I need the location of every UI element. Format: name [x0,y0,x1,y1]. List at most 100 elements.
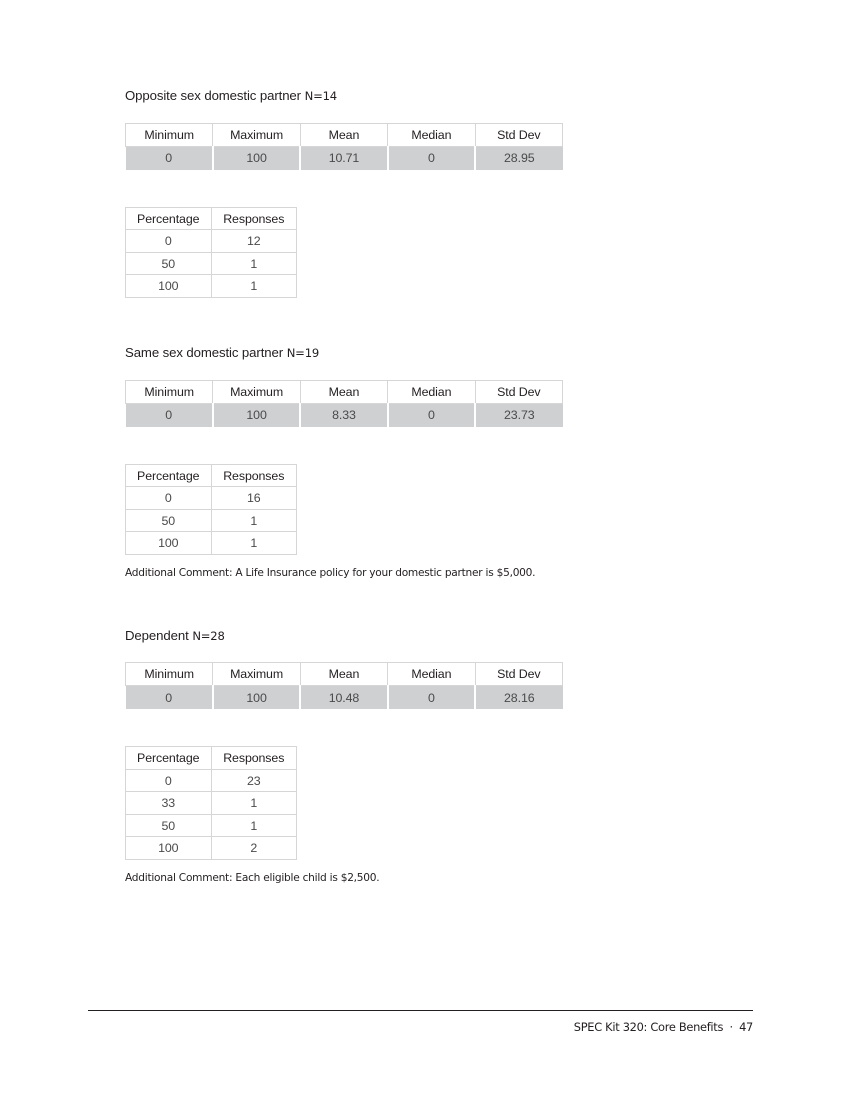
footer-divider [88,1010,753,1011]
table-row: 0 12 [125,229,297,253]
percentage-cell: 0 [125,229,212,253]
additional-comment: Additional Comment: A Life Insurance pol… [125,566,536,579]
responses-cell: 1 [210,508,297,533]
stats-column-header: Std Dev [474,379,564,404]
stats-column-header: Maximum [212,662,301,687]
table-row: 100 2 [125,836,297,860]
responses-cell: 1 [210,251,297,276]
stats-column-header: Maximum [212,379,301,404]
section-response-count: N=19 [286,345,320,360]
distribution-column-header: Percentage [125,463,212,488]
responses-cell: 23 [210,768,297,793]
stats-value-cell: 0 [125,685,213,710]
table-row: 50 1 [125,508,297,533]
stats-column-header: Median [387,379,476,404]
stats-column-header: Minimum [124,379,214,404]
table-header-row: Percentage Responses [125,746,297,770]
stats-column-header: Minimum [124,662,214,687]
stats-value-cell: 100 [211,403,301,427]
table-row: 0 100 8.33 0 23.73 [125,403,563,427]
section-title: Opposite sex domestic partner [125,88,301,103]
survey-section: Same sex domestic partner N=19 Minimum Max… [124,345,765,581]
responses-cell: 12 [210,229,297,253]
stats-column-header: Mean [299,662,389,687]
distribution-table: Percentage Responses 0 23 33 1 50 1 100 2 [125,746,297,860]
survey-section: Dependent N=28 Minimum Maximum Mean Median St… [124,628,765,886]
table-header-row: Minimum Maximum Mean Median Std Dev [124,379,564,404]
distribution-column-header: Responses [210,746,297,770]
distribution-column-header: Responses [210,463,297,488]
footer-separator: · [729,1020,733,1034]
stats-value-cell: 0 [386,146,476,170]
table-row: 50 1 [125,251,297,276]
survey-section: Opposite sex domestic partner N=14 Minimu… [124,88,765,298]
distribution-table: Percentage Responses 0 16 50 1 100 1 [125,463,297,555]
stats-column-header: Median [387,662,476,687]
responses-cell: 2 [210,836,297,860]
percentage-cell: 0 [125,486,212,510]
section-heading: Opposite sex domestic partner N=14 [125,88,765,104]
stats-column-header: Mean [299,379,389,404]
stats-value-cell: 100 [211,146,301,170]
stats-column-header: Std Dev [474,662,564,687]
percentage-cell: 100 [125,531,212,555]
section-title: Same sex domestic partner [125,344,284,360]
statistics-table: Minimum Maximum Mean Median Std Dev 0 100 10.48… [124,662,564,710]
percentage-cell: 100 [125,836,212,860]
responses-cell: 1 [210,813,297,838]
stats-value-cell: 100 [211,685,301,710]
section-heading: Same sex domestic partner N=19 [125,345,765,361]
table-row: 0 16 [125,486,297,510]
additional-comment: Additional Comment: Each eligible child … [125,871,380,884]
stats-value-cell: 23.73 [474,403,563,427]
percentage-cell: 50 [125,813,212,838]
stats-column-header: Mean [299,122,389,147]
document-page: Opposite sex domestic partner N=14 Minimu… [0,0,849,1100]
section-response-count: N=28 [192,628,225,643]
section-title: Dependent [125,627,189,643]
footer-title: SPEC Kit 320: Core Benefits [573,1020,724,1034]
responses-cell: 1 [210,791,297,815]
stats-value-cell: 0 [125,403,213,427]
distribution-column-header: Percentage [125,746,212,770]
page-footer: SPEC Kit 320: Core Benefits · 47 [573,1020,754,1034]
statistics-table: Minimum Maximum Mean Median Std Dev 0 100 10.71… [124,122,564,170]
table-row: 0 100 10.48 0 28.16 [125,685,563,710]
section-response-count: N=14 [304,89,338,103]
table-row: 0 100 10.71 0 28.95 [125,146,563,170]
stats-value-cell: 28.95 [474,146,563,170]
percentage-cell: 50 [125,251,212,276]
stats-value-cell: 0 [386,403,476,427]
stats-value-cell: 28.16 [474,685,563,710]
table-row: 50 1 [125,813,297,838]
stats-column-header: Maximum [212,122,301,147]
table-header-row: Minimum Maximum Mean Median Std Dev [124,662,564,687]
stats-value-cell: 10.48 [299,685,388,710]
responses-cell: 1 [210,274,297,298]
footer-page-number: 47 [739,1020,753,1034]
stats-value-cell: 10.71 [299,146,388,170]
responses-cell: 16 [210,486,297,510]
percentage-cell: 50 [125,508,212,533]
distribution-column-header: Percentage [125,206,212,231]
distribution-column-header: Responses [210,206,297,231]
table-header-row: Minimum Maximum Mean Median Std Dev [124,122,564,147]
stats-column-header: Std Dev [474,122,564,147]
percentage-cell: 100 [125,274,212,298]
stats-column-header: Median [387,122,476,147]
page-content: Opposite sex domestic partner N=14 Minimu… [124,88,765,886]
table-row: 0 23 [125,768,297,793]
table-row: 100 1 [125,531,297,555]
percentage-cell: 0 [125,768,212,793]
responses-cell: 1 [210,531,297,555]
statistics-table: Minimum Maximum Mean Median Std Dev 0 100 8.33 0… [124,379,564,427]
table-header-row: Percentage Responses [125,463,297,488]
percentage-cell: 33 [125,791,212,815]
table-row: 100 1 [125,274,297,298]
stats-value-cell: 8.33 [299,403,388,427]
section-heading: Dependent N=28 [125,628,765,644]
stats-value-cell: 0 [386,685,476,710]
distribution-table: Percentage Responses 0 12 50 1 100 1 [125,206,297,298]
